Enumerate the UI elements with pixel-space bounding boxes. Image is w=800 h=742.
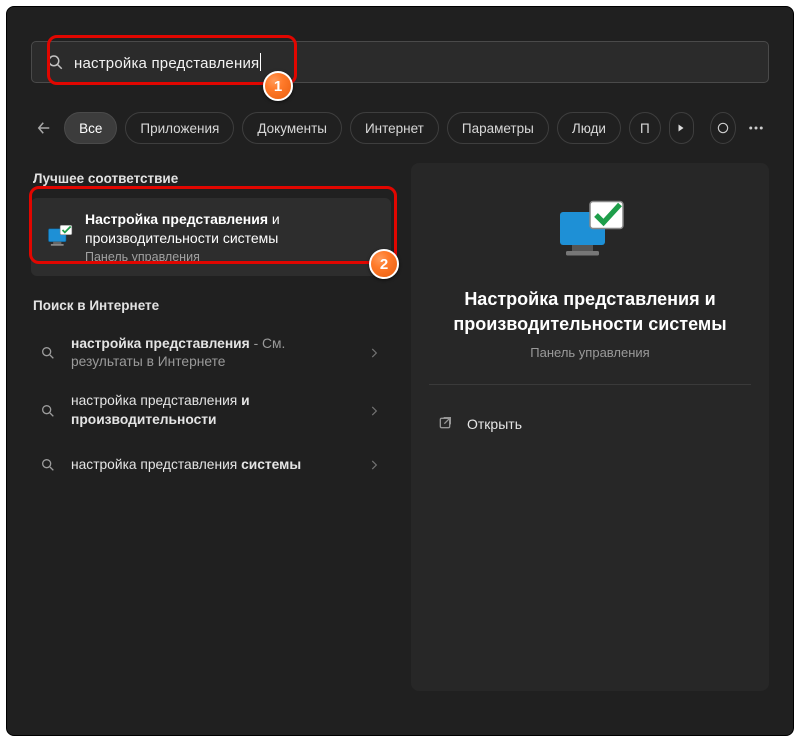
back-button[interactable]	[31, 111, 56, 145]
filter-tabs: Все Приложения Документы Интернет Параме…	[31, 111, 769, 145]
best-match-text: Настройка представления и производительн…	[85, 210, 377, 264]
divider	[429, 384, 751, 385]
search-query-text: настройка представления	[74, 53, 754, 72]
preview-subtitle: Панель управления	[433, 345, 747, 360]
search-icon	[37, 457, 59, 473]
search-icon	[46, 53, 64, 71]
account-button[interactable]	[710, 112, 736, 144]
tab-people[interactable]: Люди	[557, 112, 621, 144]
tab-settings[interactable]: Параметры	[447, 112, 549, 144]
section-search-web: Поиск в Интернете	[33, 298, 391, 313]
search-icon	[37, 403, 59, 419]
search-input[interactable]: настройка представления	[31, 41, 769, 83]
web-result-text: настройка представления - См. результаты…	[71, 335, 355, 372]
web-result-text: настройка представления и производительн…	[71, 392, 355, 429]
preview-panel: Настройка представления и производительн…	[411, 163, 769, 691]
tab-overflow-next[interactable]	[669, 112, 695, 144]
web-result-2[interactable]: настройка представления и производительн…	[31, 382, 391, 439]
tab-documents[interactable]: Документы	[242, 112, 342, 144]
step-badge-1: 1	[263, 71, 293, 101]
chevron-right-icon	[367, 346, 385, 360]
results-column: Лучшее соответствие 2 Настройка пр	[31, 163, 391, 691]
web-result-1[interactable]: настройка представления - См. результаты…	[31, 325, 391, 382]
open-icon	[437, 415, 455, 433]
tab-all[interactable]: Все	[64, 112, 117, 144]
search-panel: 1 настройка представления Все Приложения…	[6, 6, 794, 736]
performance-options-icon	[554, 197, 626, 269]
tab-internet[interactable]: Интернет	[350, 112, 439, 144]
web-result-text: настройка представления системы	[71, 456, 355, 475]
best-match-result[interactable]: Настройка представления и производительн…	[31, 198, 391, 276]
tab-more-cut[interactable]: П	[629, 112, 661, 144]
web-result-3[interactable]: настройка представления системы	[31, 439, 391, 491]
chevron-right-icon	[367, 404, 385, 418]
performance-options-icon	[45, 223, 73, 251]
action-open-label: Открыть	[467, 416, 522, 432]
tab-apps[interactable]: Приложения	[125, 112, 234, 144]
more-options-button[interactable]	[744, 112, 769, 144]
step-badge-2: 2	[369, 249, 399, 279]
action-open[interactable]: Открыть	[433, 409, 747, 439]
section-best-match: Лучшее соответствие	[33, 171, 391, 186]
preview-title: Настройка представления и производительн…	[433, 287, 747, 337]
chevron-right-icon	[367, 458, 385, 472]
search-icon	[37, 345, 59, 361]
